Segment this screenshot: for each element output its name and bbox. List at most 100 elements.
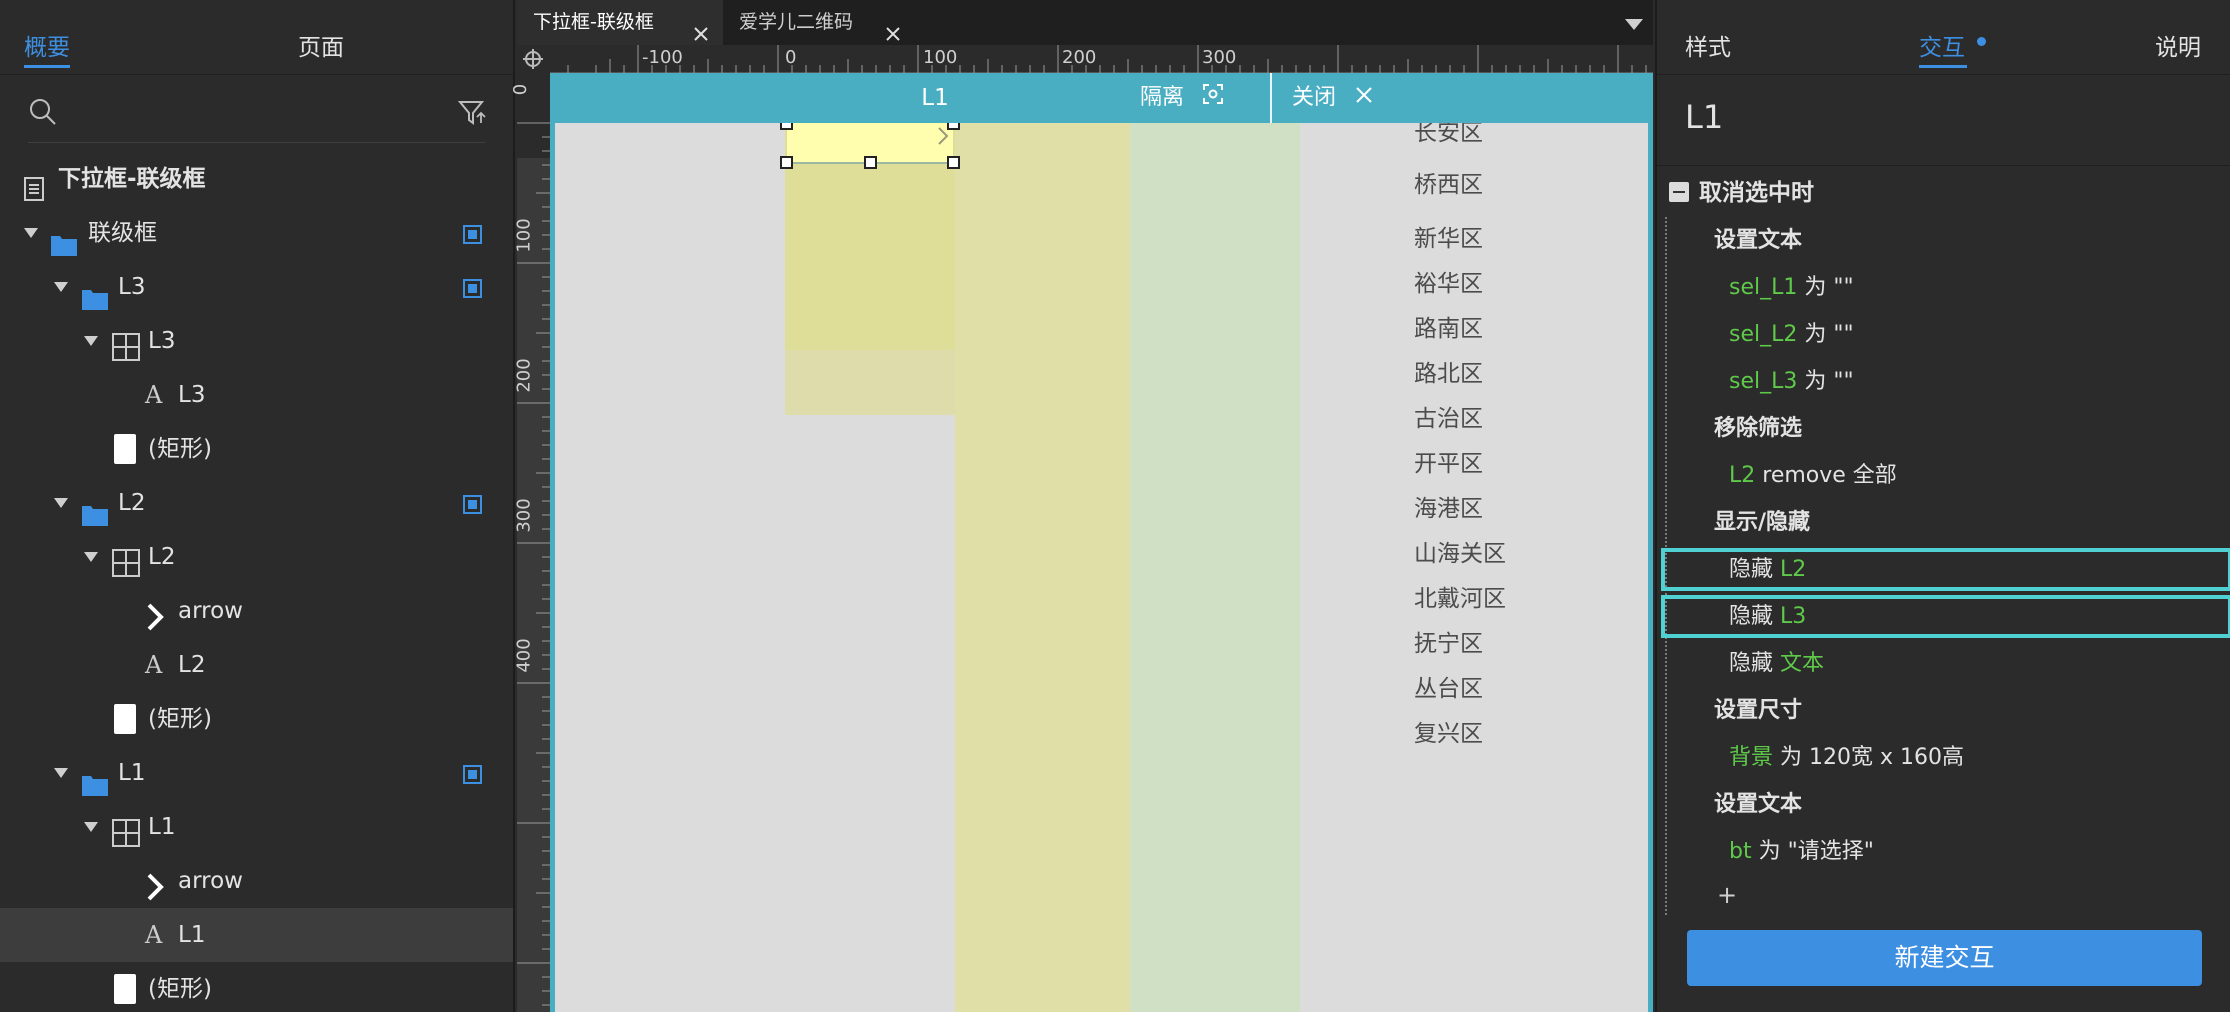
action-target[interactable]: sel_L1 为 "" <box>1667 264 2230 311</box>
action-target[interactable]: bt 为 "请选择" <box>1667 828 2230 875</box>
tree-item-repeater[interactable]: L3 <box>0 314 513 368</box>
expand-triangle-icon[interactable] <box>84 552 98 562</box>
resize-handle[interactable] <box>864 156 877 169</box>
resize-handle[interactable] <box>780 156 793 169</box>
search-icon[interactable] <box>28 97 58 131</box>
tab-pages[interactable]: 页面 <box>298 28 344 62</box>
tree-item-folder[interactable]: L3 <box>0 260 513 314</box>
expand-triangle-icon[interactable] <box>84 822 98 832</box>
target-prefix: 隐藏 <box>1729 651 1780 676</box>
expand-triangle-icon[interactable] <box>54 282 68 292</box>
visibility-toggle-icon[interactable] <box>463 765 482 784</box>
inspector-tabs: 样式 交互 说明 <box>1657 0 2230 75</box>
tree-item-page[interactable]: 下拉框-联级框 <box>0 152 513 206</box>
tree-item-folder[interactable]: L1 <box>0 746 513 800</box>
tree-item-folder[interactable]: 联级框 <box>0 206 513 260</box>
tree-item-text[interactable]: A L3 <box>0 368 513 422</box>
app-window: 概要 页面 下拉框-联级框 联级框 L3 L3 A L3 (矩形) L2 L2 … <box>0 0 2230 1012</box>
action-target[interactable]: L2 remove 全部 <box>1667 452 2230 499</box>
list-item[interactable]: 海港区 <box>1414 487 1653 532</box>
expand-triangle-icon[interactable] <box>84 336 98 346</box>
visibility-toggle-icon[interactable] <box>463 225 482 244</box>
tree-item-folder[interactable]: L2 <box>0 476 513 530</box>
action-target[interactable]: sel_L3 为 "" <box>1667 358 2230 405</box>
list-item[interactable]: 山海关区 <box>1414 532 1653 577</box>
action-target-highlighted[interactable]: 隐藏 L3 <box>1659 593 2230 640</box>
list-item[interactable]: 路北区 <box>1414 352 1653 397</box>
list-item[interactable]: 开平区 <box>1414 442 1653 487</box>
tree-item-label: L3 <box>118 274 146 300</box>
action-label[interactable]: 移除筛选 <box>1667 405 2230 452</box>
action-label[interactable]: 设置尺寸 <box>1667 687 2230 734</box>
list-item[interactable]: 路南区 <box>1414 307 1653 352</box>
tree-item-label: 下拉框-联级框 <box>58 166 206 192</box>
tree-item-repeater[interactable]: L2 <box>0 530 513 584</box>
tab-notes[interactable]: 说明 <box>2155 28 2201 62</box>
event-header[interactable]: 取消选中时 <box>1657 170 2230 217</box>
text-icon: A <box>145 921 163 949</box>
visibility-toggle-icon[interactable] <box>463 495 482 514</box>
list-item[interactable]: 丛台区 <box>1414 667 1653 712</box>
tree-item-label: arrow <box>178 598 243 624</box>
action-target-highlighted[interactable]: 隐藏 L2 <box>1659 546 2230 593</box>
target-name: L3 <box>1780 604 1807 629</box>
visibility-toggle-icon[interactable] <box>463 279 482 298</box>
action-label[interactable]: 设置文本 <box>1667 217 2230 264</box>
target-name: bt <box>1729 839 1752 864</box>
isolation-frame-right <box>1648 73 1653 1012</box>
expand-triangle-icon[interactable] <box>24 228 38 238</box>
list-item[interactable]: 新华区 <box>1414 217 1653 262</box>
tab-overview[interactable]: 概要 <box>24 28 70 68</box>
tree-item-arrow[interactable]: arrow <box>0 854 513 908</box>
tree-item-rectangle[interactable]: (矩形) <box>0 422 513 476</box>
outline-search[interactable] <box>28 75 488 143</box>
expand-triangle-icon[interactable] <box>54 768 68 778</box>
tab-style[interactable]: 样式 <box>1685 28 1731 62</box>
element-name[interactable]: L1 <box>1685 98 1723 136</box>
filter-icon[interactable] <box>457 99 488 131</box>
list-item[interactable]: 北戴河区 <box>1414 577 1653 622</box>
list-item[interactable]: 古治区 <box>1414 397 1653 442</box>
close-label: 关闭 <box>1292 85 1337 110</box>
tab-interactions[interactable]: 交互 <box>1919 28 1986 68</box>
tree-item-rectangle[interactable]: (矩形) <box>0 692 513 746</box>
list-item[interactable]: 抚宁区 <box>1414 622 1653 667</box>
crosshair-icon[interactable] <box>517 45 550 73</box>
horizontal-ruler: -100 0 100 200 300 <box>550 45 1653 73</box>
expand-triangle-icon[interactable] <box>54 498 68 508</box>
tree-item-label: L3 <box>148 328 176 354</box>
list-item[interactable]: 桥西区 <box>1414 153 1653 217</box>
district-list: 长安区 桥西区 新华区 裕华区 路南区 路北区 古治区 开平区 海港区 山海关区… <box>1414 120 1653 757</box>
action-label[interactable]: 显示/隐藏 <box>1667 499 2230 546</box>
tree-item-text[interactable]: A L2 <box>0 638 513 692</box>
tab-overflow-menu-icon[interactable] <box>1625 19 1643 30</box>
add-action-button[interactable]: + <box>1667 875 2230 915</box>
tree-item-repeater[interactable]: L1 <box>0 800 513 854</box>
list-item[interactable]: 复兴区 <box>1414 712 1653 757</box>
action-target[interactable]: 隐藏 文本 <box>1667 640 2230 687</box>
target-name: L2 <box>1729 463 1756 488</box>
document-tabbar: 下拉框-联级框 爱学儿二维码 <box>517 0 1653 45</box>
action-target[interactable]: sel_L2 为 "" <box>1667 311 2230 358</box>
tree-item-label: arrow <box>178 868 243 894</box>
tree-item-label: L3 <box>178 382 206 408</box>
action-label[interactable]: 设置文本 <box>1667 781 2230 828</box>
ruler-label: 0 <box>510 83 532 96</box>
target-detail: 为 "" <box>1797 275 1854 300</box>
doc-tab[interactable]: 爱学儿二维码 <box>723 0 923 45</box>
design-canvas[interactable]: 长安区 桥西区 新华区 裕华区 路南区 路北区 古治区 开平区 海港区 山海关区… <box>550 73 1653 1012</box>
tree-item-arrow[interactable]: arrow <box>0 584 513 638</box>
outline-tabs: 概要 页面 <box>0 0 513 75</box>
isolate-button[interactable]: 隔离 <box>1140 73 1224 123</box>
tree-item-text-selected[interactable]: A L1 <box>0 908 513 962</box>
target-detail: 为 120宽 x 160高 <box>1773 745 1964 770</box>
doc-tab-active[interactable]: 下拉框-联级框 <box>517 0 723 45</box>
target-name: sel_L2 <box>1729 322 1798 347</box>
new-interaction-button[interactable]: 新建交互 <box>1687 930 2202 986</box>
tree-item-rectangle[interactable]: (矩形) <box>0 962 513 1012</box>
list-item[interactable]: 裕华区 <box>1414 262 1653 307</box>
action-target[interactable]: 背景 为 120宽 x 160高 <box>1667 734 2230 781</box>
collapse-icon[interactable] <box>1669 182 1689 202</box>
resize-handle[interactable] <box>947 156 960 169</box>
close-isolation-button[interactable]: 关闭 <box>1270 73 1395 123</box>
